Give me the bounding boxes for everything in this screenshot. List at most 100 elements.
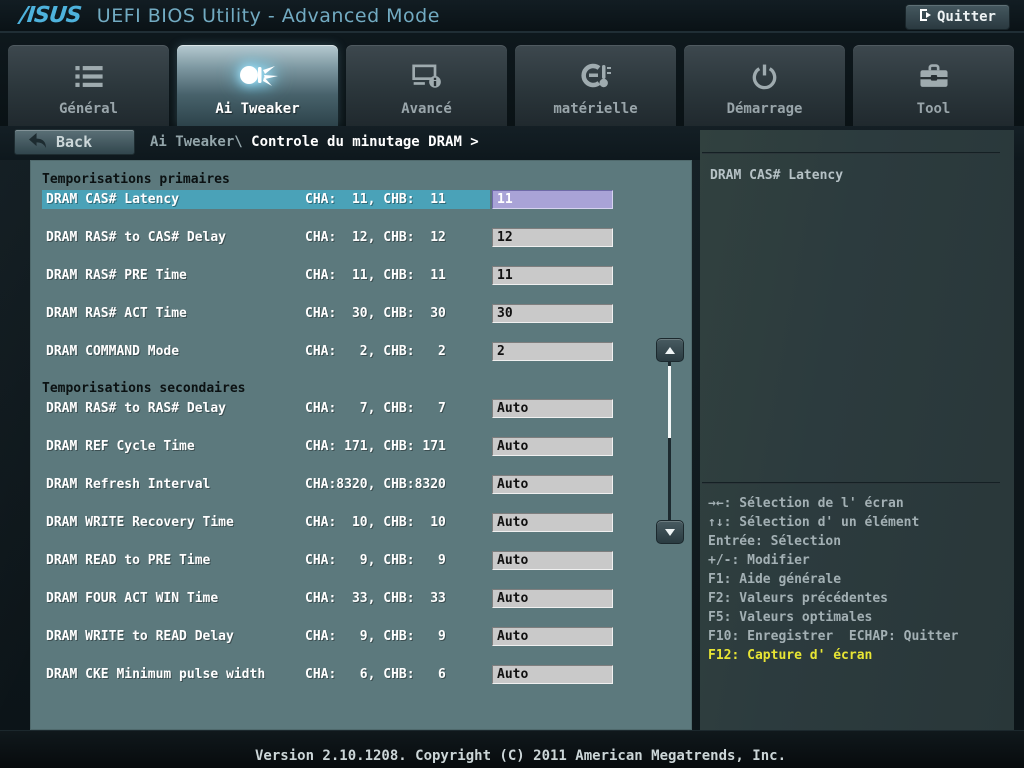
row-label: DRAM WRITE Recovery Time: [46, 515, 234, 530]
tab-label: matérielle: [553, 101, 638, 117]
setting-row[interactable]: DRAM CKE Minimum pulse width CHA: 6, CHB…: [30, 665, 692, 684]
setting-row[interactable]: DRAM Refresh Interval CHA:8320, CHB:8320…: [30, 475, 692, 494]
setting-row-bar: DRAM CAS# Latency CHA: 11, CHB: 11: [42, 190, 490, 209]
row-value-field[interactable]: 30: [492, 304, 613, 323]
row-value-field[interactable]: 11: [492, 190, 613, 209]
setting-row-bar: DRAM RAS# to RAS# Delay CHA: 7, CHB: 7: [42, 399, 490, 418]
row-label: DRAM CKE Minimum pulse width: [46, 667, 266, 682]
tab-tool[interactable]: Tool: [853, 45, 1014, 126]
row-value-field[interactable]: 11: [492, 266, 613, 285]
shortcut-line: F10: Enregistrer ECHAP: Quitter: [708, 629, 959, 644]
section-rows: DRAM RAS# to RAS# Delay CHA: 7, CHB: 7 A…: [30, 399, 692, 684]
monitor-info-icon: [346, 57, 507, 95]
row-channel-values: CHA: 11, CHB: 11: [305, 268, 446, 283]
shortcut-line: F12: Capture d' écran: [708, 648, 873, 663]
row-label: DRAM RAS# to CAS# Delay: [46, 230, 227, 245]
setting-row[interactable]: DRAM REF Cycle Time CHA: 171, CHB: 171 A…: [30, 437, 692, 456]
row-label: DRAM RAS# to RAS# Delay: [46, 401, 227, 416]
row-channel-values: CHA: 11, CHB: 11: [305, 192, 446, 207]
power-icon: [684, 57, 845, 95]
tab-label: Tool: [916, 101, 951, 117]
divider: [702, 152, 1000, 154]
setting-row[interactable]: DRAM RAS# PRE Time CHA: 11, CHB: 11 11: [30, 266, 692, 285]
tab-general[interactable]: Général: [8, 45, 169, 126]
help-panel: DRAM CAS# Latency →←: Sélection de l' éc…: [700, 130, 1014, 730]
row-value-field[interactable]: Auto: [492, 627, 613, 646]
row-channel-values: CHA: 12, CHB: 12: [305, 230, 446, 245]
setting-row-bar: DRAM FOUR ACT WIN Time CHA: 33, CHB: 33: [42, 589, 490, 608]
setting-row-bar: DRAM WRITE Recovery Time CHA: 10, CHB: 1…: [42, 513, 490, 532]
setting-row[interactable]: DRAM WRITE Recovery Time CHA: 10, CHB: 1…: [30, 513, 692, 532]
tab-materielle[interactable]: matérielle: [515, 45, 676, 126]
setting-row[interactable]: DRAM COMMAND Mode CHA: 2, CHB: 2 2: [30, 342, 692, 361]
sections: Temporisations primaires DRAM CAS# Laten…: [30, 173, 692, 684]
tab-avance[interactable]: Avancé: [346, 45, 507, 126]
page-title: UEFI BIOS Utility - Advanced Mode: [96, 4, 440, 27]
row-value-field[interactable]: Auto: [492, 589, 613, 608]
header-bar: /ISUS UEFI BIOS Utility - Advanced Mode …: [0, 0, 1024, 33]
shortcut-list: →←: Sélection de l' écran ↑↓: Sélection …: [708, 494, 958, 665]
tab-demarrage[interactable]: Démarrage: [684, 45, 845, 126]
row-channel-values: CHA: 30, CHB: 30: [305, 306, 446, 321]
row-value-field[interactable]: Auto: [492, 399, 613, 418]
setting-row[interactable]: DRAM CAS# Latency CHA: 11, CHB: 11 11: [30, 190, 692, 209]
exit-door-icon: [919, 8, 932, 26]
row-value-field[interactable]: Auto: [492, 475, 613, 494]
settings-panel: Temporisations primaires DRAM CAS# Laten…: [30, 160, 692, 730]
breadcrumb-parent[interactable]: Ai Tweaker\: [150, 134, 243, 150]
scroll-up-button[interactable]: [656, 338, 684, 362]
shortcut-line: →←: Sélection de l' écran: [708, 496, 904, 511]
row-value-field[interactable]: Auto: [492, 513, 613, 532]
row-value-field[interactable]: 2: [492, 342, 613, 361]
exit-button-label: Quitter: [936, 9, 996, 25]
setting-row[interactable]: DRAM RAS# to CAS# Delay CHA: 12, CHB: 12…: [30, 228, 692, 247]
row-label: DRAM COMMAND Mode: [46, 344, 180, 359]
settings-section: Temporisations primaires DRAM CAS# Laten…: [30, 173, 692, 361]
row-channel-values: CHA: 9, CHB: 9: [305, 629, 446, 644]
divider: [702, 482, 1000, 484]
row-channel-values: CHA:8320, CHB:8320: [305, 477, 446, 492]
setting-row[interactable]: DRAM FOUR ACT WIN Time CHA: 33, CHB: 33 …: [30, 589, 692, 608]
list-icon: [8, 57, 169, 95]
tab-bar: Général Ai Tweaker Avancé matérielle Dém…: [0, 33, 1024, 126]
setting-row[interactable]: DRAM RAS# to RAS# Delay CHA: 7, CHB: 7 A…: [30, 399, 692, 418]
setting-row[interactable]: DRAM RAS# ACT Time CHA: 30, CHB: 30 30: [30, 304, 692, 323]
back-button-label: Back: [56, 133, 93, 151]
back-button[interactable]: Back: [14, 129, 135, 155]
setting-row-bar: DRAM REF Cycle Time CHA: 171, CHB: 171: [42, 437, 490, 456]
shortcut-line: ↑↓: Sélection d' un élément: [708, 515, 920, 530]
row-value-field[interactable]: Auto: [492, 437, 613, 456]
setting-row-bar: DRAM Refresh Interval CHA:8320, CHB:8320: [42, 475, 490, 494]
section-title: Temporisations secondaires: [42, 381, 246, 396]
row-label: DRAM REF Cycle Time: [46, 439, 195, 454]
tab-label: Démarrage: [726, 101, 803, 117]
row-value-field[interactable]: Auto: [492, 665, 613, 684]
row-channel-values: CHA: 33, CHB: 33: [305, 591, 446, 606]
row-value-field[interactable]: Auto: [492, 551, 613, 570]
tab-ai-tweaker[interactable]: Ai Tweaker: [177, 45, 338, 126]
settings-section: Temporisations secondaires DRAM RAS# to …: [30, 382, 692, 684]
row-label: DRAM RAS# ACT Time: [46, 306, 187, 321]
setting-row-bar: DRAM WRITE to READ Delay CHA: 9, CHB: 9: [42, 627, 490, 646]
toolbox-icon: [853, 57, 1014, 95]
triangle-down-icon: [665, 528, 675, 536]
setting-row[interactable]: DRAM WRITE to READ Delay CHA: 9, CHB: 9 …: [30, 627, 692, 646]
scroll-down-button[interactable]: [656, 520, 684, 544]
section-title: Temporisations primaires: [42, 172, 230, 187]
exit-button[interactable]: Quitter: [904, 4, 1010, 30]
setting-row-bar: DRAM RAS# to CAS# Delay CHA: 12, CHB: 12: [42, 228, 490, 247]
row-label: DRAM RAS# PRE Time: [46, 268, 187, 283]
row-channel-values: CHA: 171, CHB: 171: [305, 439, 446, 454]
tab-label: Ai Tweaker: [215, 101, 300, 117]
asus-logo: /ISUS: [18, 3, 83, 28]
row-label: DRAM WRITE to READ Delay: [46, 629, 234, 644]
triangle-up-icon: [665, 346, 675, 354]
row-value-field[interactable]: 12: [492, 228, 613, 247]
row-label: DRAM FOUR ACT WIN Time: [46, 591, 219, 606]
shortcut-line: F1: Aide générale: [708, 572, 842, 587]
setting-row-bar: DRAM RAS# ACT Time CHA: 30, CHB: 30: [42, 304, 490, 323]
setting-row[interactable]: DRAM READ to PRE Time CHA: 9, CHB: 9 Aut…: [30, 551, 692, 570]
shortcut-line: F2: Valeurs précédentes: [708, 591, 889, 606]
shortcut-line: F5: Valeurs optimales: [708, 610, 873, 625]
scrollbar-thumb[interactable]: [668, 366, 671, 438]
